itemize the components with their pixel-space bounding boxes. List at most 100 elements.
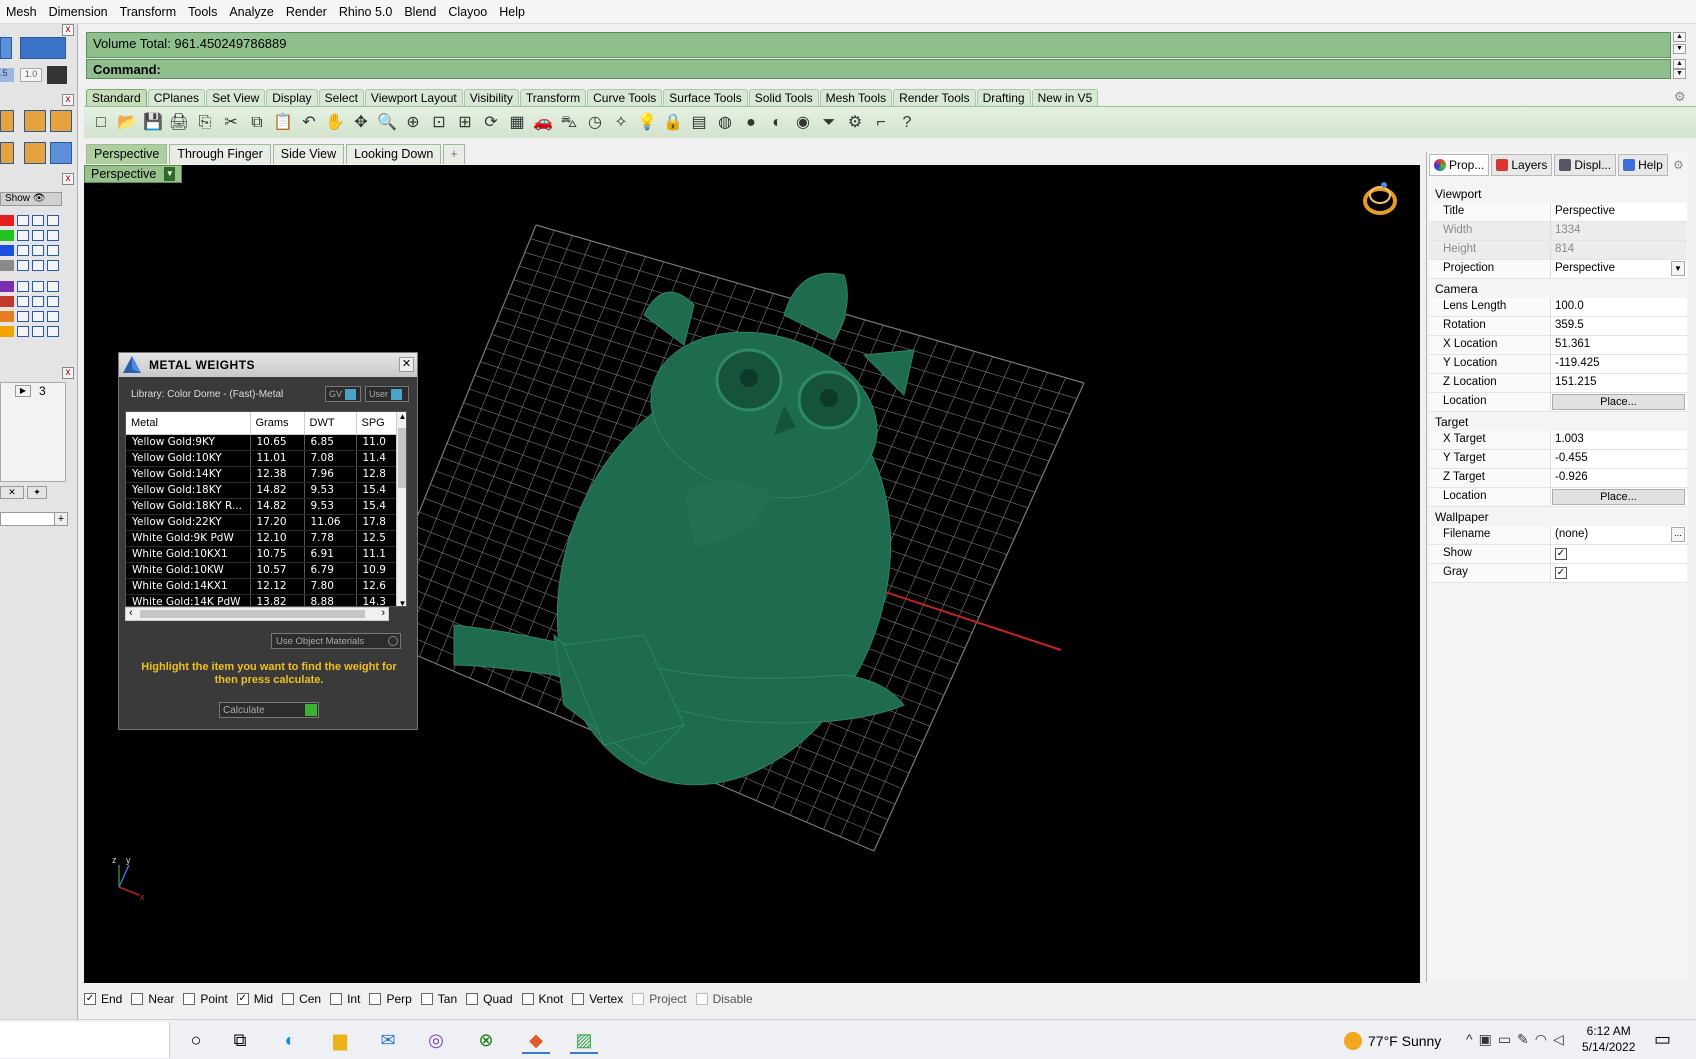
- rotation-field[interactable]: 359.5: [1551, 317, 1687, 335]
- projection-select[interactable]: Perspective ▼: [1551, 260, 1687, 278]
- open-icon[interactable]: 📂: [116, 112, 138, 134]
- viewport-tab-perspective[interactable]: Perspective: [86, 144, 168, 164]
- menu-dimension[interactable]: Dimension: [43, 5, 114, 19]
- taskbar-search-area[interactable]: [0, 1022, 170, 1058]
- osnap-vertex-checkbox[interactable]: [572, 993, 585, 1005]
- table-horizontal-scrollbar[interactable]: ‹ ›: [125, 607, 389, 621]
- layer-row[interactable]: [0, 259, 66, 272]
- weather-widget[interactable]: 77°F Sunny: [1344, 1032, 1441, 1050]
- chevron-down-icon[interactable]: ▼: [1671, 261, 1685, 276]
- table-row[interactable]: Yellow Gold:10KY 11.01 7.08 11.4: [126, 450, 397, 467]
- lightbulb-icon[interactable]: [17, 260, 29, 271]
- chevron-down-icon[interactable]: ▼: [164, 167, 176, 181]
- osnap-mid[interactable]: ✓ Mid: [236, 992, 273, 1006]
- column-header-dwt[interactable]: DWT: [304, 412, 357, 435]
- layer-material-icon[interactable]: [47, 260, 59, 271]
- y-target-field[interactable]: -0.455: [1551, 450, 1687, 468]
- clock-icon[interactable]: ◷: [584, 112, 606, 134]
- mail-icon[interactable]: ✉: [374, 1026, 402, 1054]
- move-view-icon[interactable]: ✥: [350, 112, 372, 134]
- menu-analyze[interactable]: Analyze: [223, 5, 279, 19]
- zoom-icon[interactable]: 🔍: [376, 112, 398, 134]
- osnap-perp-checkbox[interactable]: [369, 993, 382, 1005]
- dimension-icon[interactable]: ⌐: [870, 112, 892, 134]
- scroll-thumb[interactable]: [398, 428, 406, 488]
- plus-icon[interactable]: +: [54, 512, 68, 526]
- lock-icon[interactable]: [32, 245, 44, 256]
- layer-material-icon[interactable]: [47, 296, 59, 307]
- column-header-metal[interactable]: Metal: [126, 412, 251, 435]
- dock-unit-field[interactable]: .5: [0, 68, 14, 82]
- table-row[interactable]: White Gold:14KX1 12.12 7.80 12.6: [126, 578, 397, 595]
- table-vertical-scrollbar[interactable]: ▲ ▼: [396, 412, 406, 606]
- camera-place-button[interactable]: Place...: [1552, 394, 1685, 410]
- dock-tool-button-3[interactable]: [24, 110, 46, 132]
- dock-active-tool-button[interactable]: [20, 37, 66, 59]
- zoom-extents-icon[interactable]: ⊡: [428, 112, 450, 134]
- osnap-disable[interactable]: Disable: [695, 992, 753, 1006]
- delete-icon[interactable]: ✕: [0, 486, 24, 499]
- osnap-knot-checkbox[interactable]: [521, 993, 534, 1005]
- column-header-grams[interactable]: Grams: [250, 412, 305, 435]
- layer-row[interactable]: [0, 280, 66, 293]
- tab-transform[interactable]: Transform: [519, 89, 587, 106]
- x-target-field[interactable]: 1.003: [1551, 431, 1687, 449]
- osnap-int-checkbox[interactable]: [330, 993, 343, 1005]
- zoom-selected-icon[interactable]: ⊞: [454, 112, 476, 134]
- cut-icon[interactable]: ✂: [220, 112, 242, 134]
- layer-color-swatch[interactable]: [0, 326, 14, 337]
- layer-material-icon[interactable]: [47, 326, 59, 337]
- table-row[interactable]: White Gold:10KX1 10.75 6.91 11.1: [126, 546, 397, 563]
- tab-viewport-layout[interactable]: Viewport Layout: [364, 89, 463, 106]
- wifi-icon[interactable]: ◠: [1535, 1031, 1553, 1047]
- file-explorer-icon[interactable]: ▆: [326, 1026, 354, 1054]
- tab-standard[interactable]: Standard: [86, 89, 147, 106]
- pen-icon[interactable]: ✎: [1517, 1031, 1535, 1047]
- tab-visibility[interactable]: Visibility: [463, 89, 519, 106]
- tab-set-view[interactable]: Set View: [206, 89, 266, 106]
- filename-field[interactable]: (none)...: [1551, 526, 1687, 544]
- dock-tool-button-6[interactable]: [24, 142, 46, 164]
- lightbulb-icon[interactable]: [17, 311, 29, 322]
- command-scroll-down[interactable]: ▼: [1673, 69, 1686, 79]
- dock-close-button-4[interactable]: x: [62, 367, 74, 379]
- show-checkbox[interactable]: ✓: [1555, 548, 1567, 560]
- dock-tool-button-4[interactable]: [50, 110, 72, 132]
- battery-icon[interactable]: ▭: [1498, 1031, 1517, 1047]
- save-icon[interactable]: 💾: [142, 112, 164, 134]
- menu-transform[interactable]: Transform: [114, 5, 183, 19]
- scroll-left-icon[interactable]: ‹: [129, 607, 133, 619]
- lightbulb-icon[interactable]: [17, 215, 29, 226]
- scroll-down-icon[interactable]: ▼: [397, 599, 406, 606]
- tab-solid-tools[interactable]: Solid Tools: [748, 89, 819, 106]
- osnap-quad[interactable]: Quad: [466, 992, 513, 1006]
- lock-icon[interactable]: [32, 260, 44, 271]
- tab-render-tools[interactable]: Render Tools: [893, 89, 976, 106]
- layer-row[interactable]: [0, 310, 66, 323]
- tab-select[interactable]: Select: [318, 89, 364, 106]
- osnap-project[interactable]: Project: [632, 992, 687, 1006]
- dock-unit-value[interactable]: 1.0: [20, 68, 42, 82]
- menu-render[interactable]: Render: [280, 5, 333, 19]
- rotate-view-icon[interactable]: ⟳: [480, 112, 502, 134]
- menu-tools[interactable]: Tools: [182, 5, 223, 19]
- chevron-up-icon[interactable]: ^: [1466, 1031, 1479, 1047]
- layer-color-swatch[interactable]: [0, 215, 14, 226]
- osnap-end-checkbox[interactable]: ✓: [84, 993, 96, 1005]
- tab-help[interactable]: Help: [1618, 154, 1668, 176]
- column-header-spg[interactable]: SPG: [356, 412, 397, 435]
- dock-close-button-3[interactable]: x: [62, 173, 74, 185]
- osnap-mid-checkbox[interactable]: ✓: [236, 993, 249, 1005]
- history-scroll-down[interactable]: ▼: [1673, 44, 1686, 54]
- tab-display[interactable]: Display: [266, 89, 318, 106]
- layer-material-icon[interactable]: [47, 281, 59, 292]
- panel-gear-icon[interactable]: ⚙: [1673, 158, 1684, 172]
- osnap-end[interactable]: ✓ End: [84, 992, 122, 1006]
- lock-icon[interactable]: [32, 296, 44, 307]
- scroll-right-icon[interactable]: ›: [381, 607, 385, 619]
- tab-cplanes[interactable]: CPlanes: [147, 89, 206, 106]
- dock-close-button-2[interactable]: x: [62, 94, 74, 106]
- cortana-icon[interactable]: ○: [182, 1026, 210, 1054]
- car-gray-icon[interactable]: ⛍: [558, 112, 580, 134]
- matrix-app-icon[interactable]: ▨: [570, 1026, 598, 1054]
